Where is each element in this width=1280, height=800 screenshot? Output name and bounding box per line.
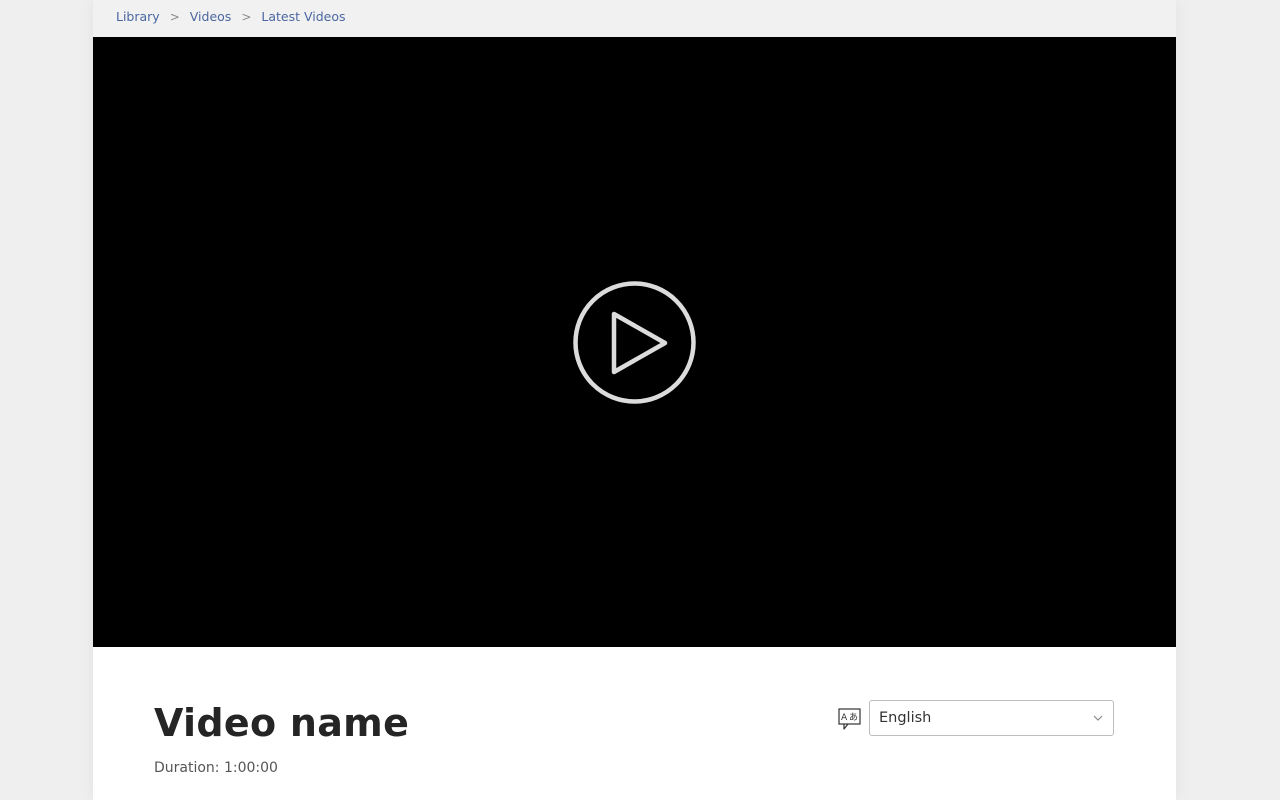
video-title: Video name: [154, 701, 410, 745]
breadcrumb-separator: >: [241, 9, 252, 24]
breadcrumb-item-videos[interactable]: Videos: [190, 9, 232, 24]
svg-text:あ: あ: [849, 712, 858, 723]
breadcrumb-separator: >: [169, 9, 180, 24]
play-icon: [573, 281, 696, 404]
breadcrumb-bar: Library > Videos > Latest Videos: [93, 0, 1176, 37]
breadcrumb-item-latest-videos[interactable]: Latest Videos: [261, 9, 345, 24]
play-button[interactable]: [572, 280, 697, 405]
breadcrumb: Library > Videos > Latest Videos: [116, 9, 346, 24]
page-container: Library > Videos > Latest Videos Video n…: [93, 0, 1176, 800]
video-player[interactable]: [93, 37, 1176, 647]
breadcrumb-item-library[interactable]: Library: [116, 9, 160, 24]
chevron-down-icon: [1093, 715, 1103, 721]
video-duration: Duration: 1:00:00: [154, 760, 278, 776]
language-select-value: English: [879, 710, 932, 726]
translate-icon: A あ: [838, 708, 862, 730]
video-info: Video name Duration: 1:00:00 A あ English: [93, 647, 1176, 800]
language-select[interactable]: English: [869, 700, 1114, 736]
svg-text:A: A: [841, 713, 848, 723]
